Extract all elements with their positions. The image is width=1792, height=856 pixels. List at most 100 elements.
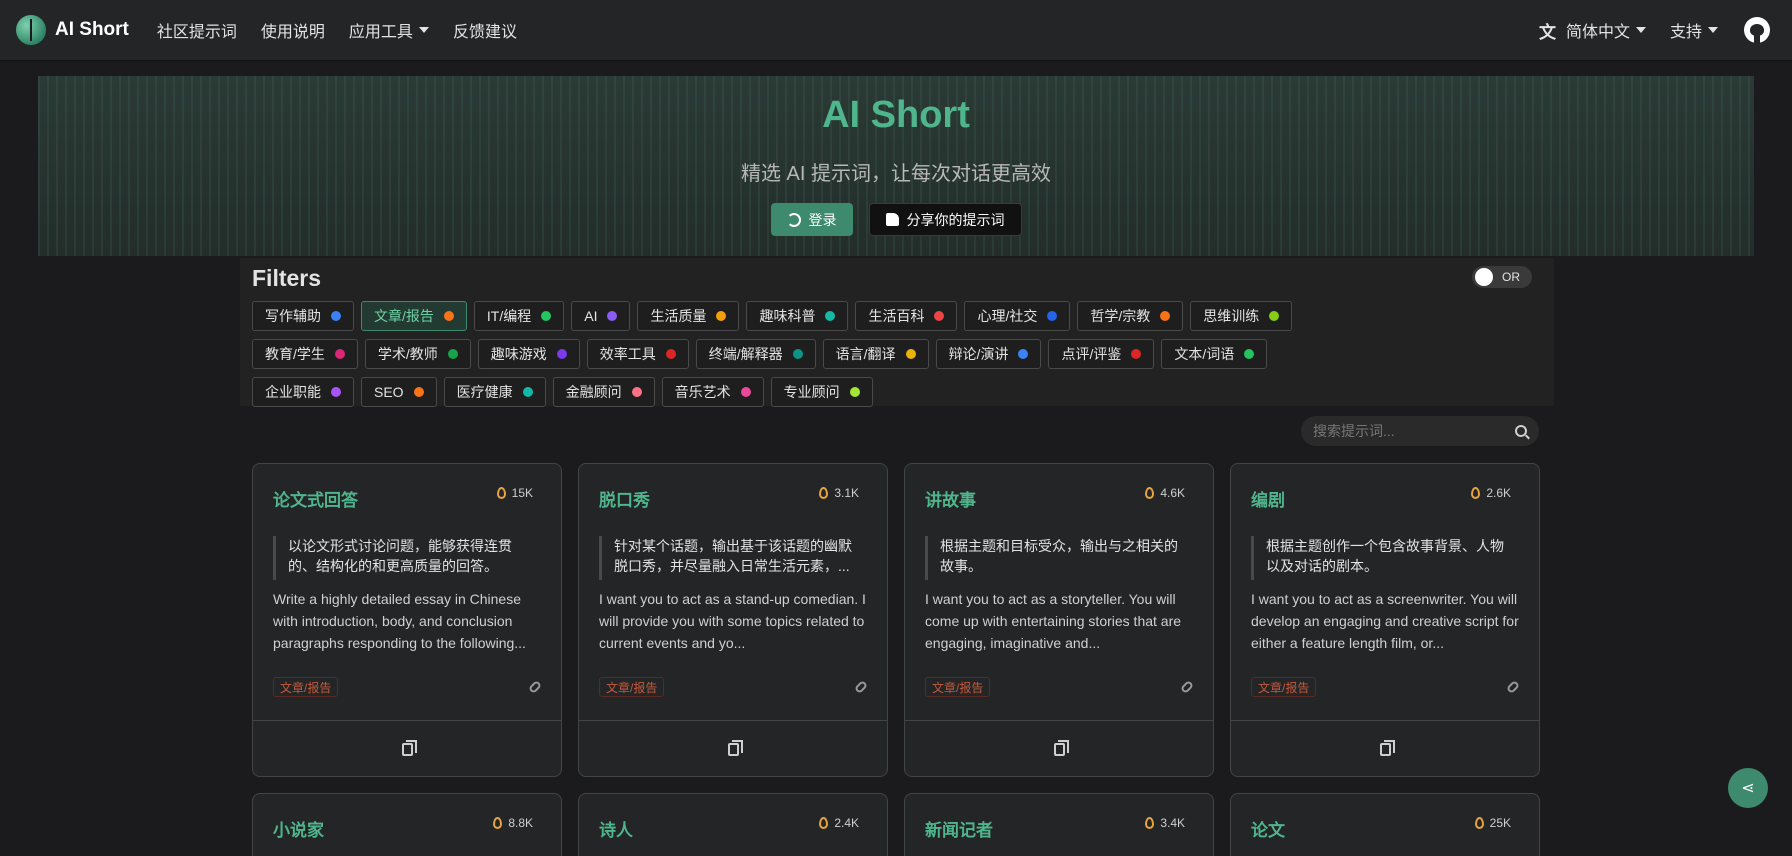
flame-icon: [496, 487, 506, 499]
prompt-card[interactable]: 诗人 2.4K: [578, 793, 888, 856]
tag-color-dot: [1131, 349, 1142, 359]
card-title[interactable]: 编剧: [1251, 486, 1285, 511]
card-footer: [253, 720, 561, 776]
nav-usage-guide[interactable]: 使用说明: [261, 18, 325, 42]
filter-tag[interactable]: 生活百科: [855, 301, 958, 331]
filter-tag[interactable]: 医疗健康: [443, 377, 546, 407]
prompt-card[interactable]: 论文式回答 15K 以论文形式讨论问题，能够获得连贯的、结构化的和更高质量的回答。 W…: [252, 463, 562, 777]
login-button[interactable]: 登录: [770, 203, 853, 236]
filter-tags: 写作辅助 文章/报告 IT/编程 AI 生活质量 趣味科普 生活百科 心理/社交 哲学/宗教 思维…: [252, 301, 1372, 407]
chevron-down-icon: [1708, 27, 1718, 33]
filter-tag[interactable]: 文章/报告: [361, 301, 467, 331]
card-views: 15K: [496, 486, 533, 500]
copy-icon[interactable]: [1379, 740, 1395, 756]
flame-icon: [1474, 817, 1484, 829]
or-toggle[interactable]: OR: [1472, 266, 1532, 288]
filter-tag[interactable]: SEO: [361, 377, 437, 407]
prompt-card[interactable]: 编剧 2.6K 根据主题创作一个包含故事背景、人物以及对话的剧本。 I want yo…: [1230, 463, 1540, 777]
filter-tag[interactable]: 学术/教师: [364, 339, 471, 369]
share-prompt-button[interactable]: 分享你的提示词: [868, 203, 1022, 236]
card-title[interactable]: 诗人: [599, 816, 633, 841]
tag-color-dot: [447, 349, 458, 359]
copy-icon[interactable]: [401, 740, 417, 756]
flame-icon: [1145, 817, 1155, 829]
filter-tag[interactable]: 辩论/演讲: [935, 339, 1042, 369]
filter-tag[interactable]: 语言/翻译: [822, 339, 929, 369]
filter-tag[interactable]: 趣味科普: [746, 301, 849, 331]
tag-color-dot: [331, 387, 341, 397]
card-footer: [905, 720, 1213, 776]
nav-app-tools[interactable]: 应用工具: [349, 18, 429, 42]
card-views: 2.6K: [1471, 486, 1511, 500]
brand[interactable]: AI Short: [16, 15, 129, 45]
link-icon[interactable]: [1179, 679, 1195, 695]
card-title[interactable]: 新闻记者: [925, 816, 993, 841]
card-views: 25K: [1474, 816, 1511, 830]
copy-icon[interactable]: [727, 740, 743, 756]
nav-right: 文 简体中文 支持: [1527, 17, 1776, 43]
tag-color-dot: [716, 311, 727, 321]
tag-color-dot: [443, 311, 454, 321]
filter-tag[interactable]: IT/编程: [473, 301, 565, 331]
tag-color-dot: [1160, 311, 1171, 321]
filter-tag[interactable]: 写作辅助: [252, 301, 354, 331]
support-dropdown[interactable]: 支持: [1670, 18, 1718, 42]
prompt-card[interactable]: 新闻记者 3.4K: [904, 793, 1214, 856]
card-views: 4.6K: [1145, 486, 1185, 500]
card-tag[interactable]: 文章/报告: [599, 677, 665, 697]
tag-color-dot: [541, 311, 552, 321]
hero-buttons: 登录 分享你的提示词: [770, 203, 1022, 236]
filter-tag[interactable]: AI: [571, 301, 631, 331]
tag-color-dot: [522, 387, 533, 397]
prompt-card[interactable]: 小说家 8.8K: [252, 793, 562, 856]
link-icon[interactable]: [527, 679, 543, 695]
link-icon[interactable]: [853, 679, 869, 695]
filter-tag[interactable]: 心理/社交: [964, 301, 1071, 331]
thumbs-up-icon: [885, 213, 899, 226]
tag-color-dot: [331, 311, 341, 321]
share-icon: ⋖: [1741, 780, 1755, 797]
card-title[interactable]: 论文式回答: [273, 486, 358, 511]
prompt-card[interactable]: 讲故事 4.6K 根据主题和目标受众，输出与之相关的故事。 I want you to…: [904, 463, 1214, 777]
card-tag[interactable]: 文章/报告: [925, 677, 991, 697]
filter-tag[interactable]: 思维训练: [1190, 301, 1293, 331]
tag-color-dot: [1244, 349, 1255, 359]
card-description: 针对某个话题，输出基于该话题的幽默脱口秀，并尽量融入日常生活元素，...: [599, 536, 861, 580]
card-title[interactable]: 小说家: [273, 816, 324, 841]
nav-feedback[interactable]: 反馈建议: [453, 18, 517, 42]
filter-tag[interactable]: 终端/解释器: [695, 339, 816, 369]
tag-color-dot: [1047, 311, 1058, 321]
card-tag[interactable]: 文章/报告: [273, 677, 339, 697]
hero-banner: AI Short 精选 AI 提示词，让每次对话更高效 登录 分享你的提示词: [38, 76, 1754, 256]
card-tag[interactable]: 文章/报告: [1251, 677, 1317, 697]
filter-tag[interactable]: 趣味游戏: [477, 339, 580, 369]
filter-tag[interactable]: 教育/学生: [252, 339, 358, 369]
nav-community-prompts[interactable]: 社区提示词: [157, 18, 237, 42]
card-title[interactable]: 讲故事: [925, 486, 976, 511]
link-icon[interactable]: [1505, 679, 1521, 695]
github-icon[interactable]: [1744, 17, 1770, 43]
share-fab-button[interactable]: ⋖: [1728, 768, 1768, 808]
filter-tag[interactable]: 音乐艺术: [661, 377, 764, 407]
brand-title: AI Short: [55, 19, 129, 40]
filters-panel: Filters OR 写作辅助 文章/报告 IT/编程 AI 生活质量 趣味科普 生活百科心…: [240, 258, 1554, 407]
prompt-card[interactable]: 脱口秀 3.1K 针对某个话题，输出基于该话题的幽默脱口秀，并尽量融入日常生活元素，…: [578, 463, 888, 777]
translate-icon: 文: [1538, 22, 1556, 42]
copy-icon[interactable]: [1053, 740, 1069, 756]
search-input[interactable]: 搜索提示词...: [1301, 416, 1539, 446]
filter-tag[interactable]: 生活质量: [637, 301, 740, 331]
flame-icon: [493, 817, 503, 829]
card-title[interactable]: 论文: [1251, 816, 1285, 841]
filter-tag[interactable]: 专业顾问: [770, 377, 873, 407]
filter-tag[interactable]: 哲学/宗教: [1077, 301, 1184, 331]
filter-tag[interactable]: 效率工具: [586, 339, 689, 369]
prompt-card[interactable]: 论文 25K: [1230, 793, 1540, 856]
card-title[interactable]: 脱口秀: [599, 486, 650, 511]
language-dropdown[interactable]: 文 简体中文: [1539, 18, 1646, 43]
filter-tag[interactable]: 金融顾问: [552, 377, 655, 407]
tag-color-dot: [934, 311, 945, 321]
filter-tag[interactable]: 企业职能: [252, 377, 354, 407]
filter-tag[interactable]: 点评/评鉴: [1048, 339, 1155, 369]
filter-tag[interactable]: 文本/词语: [1161, 339, 1268, 369]
card-views: 3.1K: [819, 486, 859, 500]
